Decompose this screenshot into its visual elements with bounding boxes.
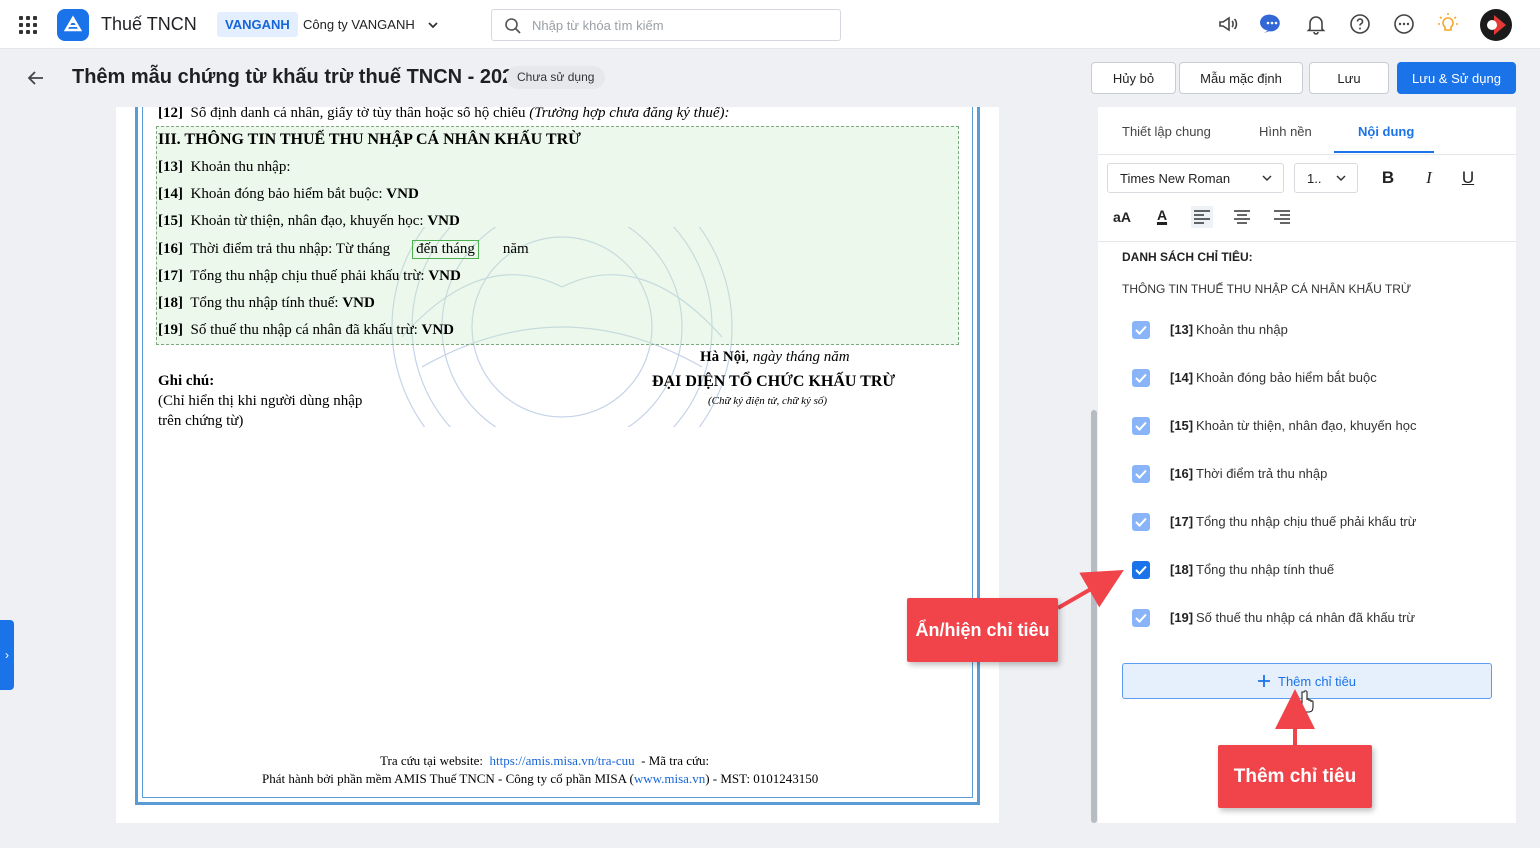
signer-note: (Chữ ký điện tử, chữ ký số) [708,395,828,407]
expand-sidebar-toggle[interactable]: › [0,620,14,690]
search-input[interactable] [532,16,832,34]
footer-lookup-code: - Mã tra cứu: [641,753,710,768]
add-criteria-callout: Thêm chỉ tiêu [1218,745,1372,808]
page-title: Thêm mẫu chứng từ khấu trừ thuế TNCN - 2… [72,66,525,88]
doc-code: [12] [158,107,183,121]
tab-background[interactable]: Hình nền [1259,124,1312,139]
criteria-item[interactable]: [16] Thời điểm trả thu nhập [1132,463,1472,487]
criteria-item[interactable]: [18] Tổng thu nhập tính thuế [1132,559,1472,583]
doc-row[interactable]: [13] Khoản thu nhập: [158,159,290,176]
text-color-button[interactable]: A [1149,202,1175,228]
criteria-checkbox[interactable] [1132,369,1150,387]
doc-note: (Trường hợp chưa đăng ký thuế): [529,107,730,121]
criteria-checkbox[interactable] [1132,609,1150,627]
signer-title: ĐẠI DIỆN TỔ CHỨC KHẤU TRỪ [652,373,896,390]
doc-row[interactable]: [17] Tổng thu nhập chịu thuế phải khấu t… [158,268,461,285]
chat-icon[interactable] [1260,12,1284,36]
footer-publisher: Phát hành bởi phần mềm AMIS Thuế TNCN - … [262,771,634,786]
plus-icon [1258,675,1270,687]
chevron-down-icon[interactable] [426,18,440,32]
default-template-button[interactable]: Mẫu mặc định [1179,62,1303,94]
avatar[interactable] [1480,9,1512,41]
lookup-link[interactable]: https://amis.misa.vn/tra-cuu [489,753,634,768]
section-title: III. THÔNG TIN THUẾ THU NHẬP CÁ NHÂN KHẤ… [158,131,581,148]
top-bar: Thuế TNCN VANGANH Công ty VANGANH [0,0,1540,49]
help-icon[interactable] [1348,12,1372,36]
doc-text: Số định danh cá nhân, giấy tờ tùy thân h… [190,107,526,121]
doc-row[interactable]: [15] Khoản từ thiện, nhân đạo, khuyến họ… [158,213,460,230]
search-box[interactable] [491,9,841,41]
font-size-select[interactable]: 1.. [1294,163,1358,193]
active-tab-indicator [1334,151,1434,153]
place-text: Hà Nội [700,349,746,365]
note-title: Ghi chú: [158,373,215,389]
doc-row[interactable]: [18] Tổng thu nhập tính thuế: VND [158,295,375,312]
align-center-icon[interactable] [1229,204,1255,230]
save-and-use-button[interactable]: Lưu & Sử dụng [1397,62,1516,94]
text-case-button[interactable]: aA [1109,204,1135,230]
note-line: trên chứng từ) [158,413,244,429]
underline-button[interactable]: U [1455,165,1481,191]
criteria-item[interactable]: [17] Tổng thu nhập chịu thuế phải khấu tr… [1132,511,1472,535]
criteria-checkbox[interactable] [1132,561,1150,579]
criteria-checkbox[interactable] [1132,417,1150,435]
criteria-checkbox[interactable] [1132,513,1150,531]
chevron-down-icon [1336,175,1346,182]
org-name[interactable]: Công ty VANGANH [303,17,415,32]
criteria-list-title: DANH SÁCH CHỈ TIÊU: [1122,250,1253,264]
footer-tax-id: ) - MST: 0101243150 [705,771,819,786]
criteria-group-title: THÔNG TIN THUẾ THU NHẬP CÁ NHÂN KHẤU TRỪ [1122,282,1412,296]
bold-button[interactable]: B [1375,165,1401,191]
criteria-item[interactable]: [14] Khoản đóng bảo hiểm bắt buộc [1132,367,1472,391]
criteria-item[interactable]: [19] Số thuế thu nhập cá nhân đã khấu trừ [1132,607,1472,631]
status-badge: Chưa sử dụng [506,66,606,89]
back-arrow-icon[interactable] [26,68,46,88]
criteria-item[interactable]: [15] Khoản từ thiện, nhân đạo, khuyến học [1132,415,1472,439]
font-family-select[interactable]: Times New Roman [1107,163,1284,193]
align-right-icon[interactable] [1269,204,1295,230]
app-name: Thuế TNCN [101,14,197,34]
settings-panel: Thiết lập chung Hình nền Nội dung Times … [1098,107,1516,823]
search-icon [505,18,521,34]
idea-icon[interactable] [1436,12,1460,36]
cancel-button[interactable]: Hủy bỏ [1091,62,1176,94]
footer-lookup-label: Tra cứu tại website: [380,753,483,768]
toggle-criteria-callout: Ẩn/hiện chỉ tiêu [907,598,1058,662]
megaphone-icon[interactable] [1216,12,1240,36]
doc-row[interactable]: [16] Thời điểm trả thu nhập: Từ tháng đến… [158,240,529,259]
doc-row[interactable]: [19] Số thuế thu nhập cá nhân đã khấu tr… [158,322,454,339]
bell-icon[interactable] [1304,12,1328,36]
criteria-item[interactable]: [13] Khoản thu nhập [1132,319,1472,343]
org-badge[interactable]: VANGANH [217,12,298,37]
italic-button[interactable]: I [1416,165,1442,191]
apps-icon[interactable] [19,16,37,34]
hand-cursor-icon [1297,690,1314,713]
note-line: (Chỉ hiển thị khi người dùng nhập [158,393,363,409]
save-button[interactable]: Lưu [1309,62,1389,94]
chevron-down-icon [1262,175,1272,182]
month-to-field[interactable]: đến tháng [412,240,479,259]
app-logo-icon [57,9,89,41]
date-text: , ngày tháng năm [745,349,850,365]
scrollbar-thumb[interactable] [1091,410,1097,823]
criteria-checkbox[interactable] [1132,321,1150,339]
misa-link[interactable]: www.misa.vn [634,771,705,786]
doc-row[interactable]: [14] Khoản đóng bảo hiểm bắt buộc: VND [158,186,419,203]
more-icon[interactable] [1392,12,1416,36]
tab-content[interactable]: Nội dung [1358,124,1414,139]
align-left-icon[interactable] [1189,204,1215,230]
criteria-checkbox[interactable] [1132,465,1150,483]
tab-general-settings[interactable]: Thiết lập chung [1122,124,1211,139]
document-preview: [12] Số định danh cá nhân, giấy tờ tùy t… [116,107,999,823]
